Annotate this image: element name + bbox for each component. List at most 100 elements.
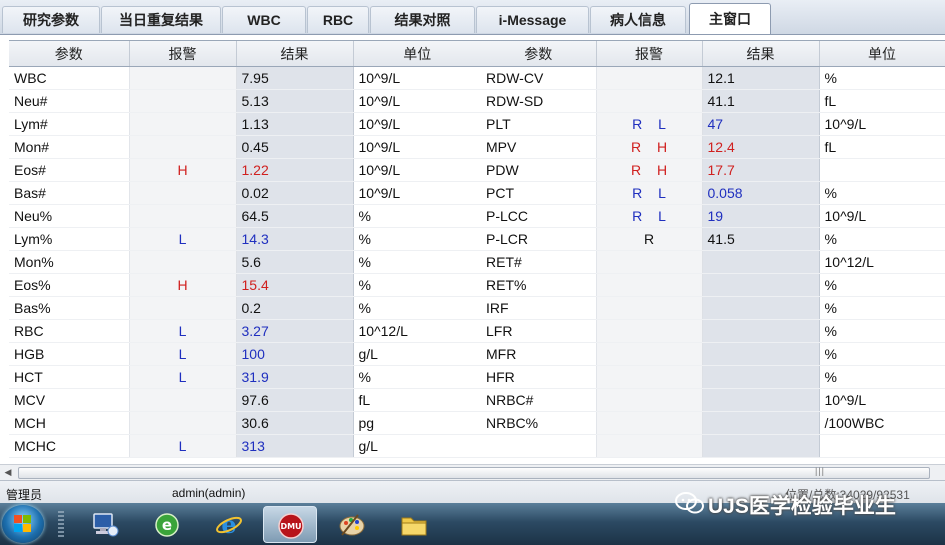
taskbar-app-paint[interactable]	[325, 506, 379, 543]
col-header-param[interactable]: 参数	[9, 41, 130, 67]
tab-rbc[interactable]: RBC	[307, 6, 369, 33]
param-name-cell: PLT	[481, 112, 597, 136]
alarm-flag-cell	[129, 181, 237, 205]
tab-same-day-repeat[interactable]: 当日重复结果	[101, 6, 221, 33]
scrollbar-thumb[interactable]	[18, 467, 930, 479]
table-row[interactable]: RDW-CV 12.1%	[481, 66, 945, 90]
alarm-flag-cell: L	[129, 434, 237, 458]
param-name-cell: RBC	[9, 319, 130, 343]
table-row[interactable]: Eos# H 1.22 10^9/L	[9, 158, 483, 182]
taskbar-app-network[interactable]	[78, 506, 132, 543]
table-row[interactable]: PDW R H 17.7	[481, 158, 945, 182]
horizontal-scrollbar[interactable]: ◀ |||	[0, 464, 945, 480]
taskbar-app-browser-green[interactable]: e	[140, 506, 194, 543]
scroll-left-arrow-icon[interactable]: ◀	[3, 467, 13, 478]
param-name-cell: NRBC#	[481, 388, 597, 412]
table-row[interactable]: MPV R H 12.4 fL	[481, 135, 945, 159]
table-row[interactable]: MCH 30.6 pg	[9, 411, 483, 435]
table-row[interactable]: RET# 10^12/L	[481, 250, 945, 274]
alarm-flag-cell: L	[129, 319, 237, 343]
result-value-cell: 1.13	[236, 112, 354, 136]
windows-start-button[interactable]	[2, 505, 44, 543]
tab-main-window[interactable]: 主窗口	[689, 3, 771, 34]
result-value-cell: 0.058	[702, 181, 820, 205]
param-name-cell: PCT	[481, 181, 597, 205]
col-header-alarm[interactable]: 报警	[129, 41, 237, 67]
svg-text:e: e	[221, 511, 236, 538]
table-row[interactable]: Lym% L 14.3%	[9, 227, 483, 251]
alarm-flag-cell	[596, 411, 703, 435]
alarm-flag-cell	[596, 273, 703, 297]
table-row[interactable]: P-LCR R 41.5%	[481, 227, 945, 251]
result-value-cell: 100	[236, 342, 354, 366]
taskbar-app-dmu[interactable]: DMU	[263, 506, 317, 543]
col-header-result[interactable]: 结果	[702, 41, 820, 67]
result-value-cell	[702, 365, 820, 389]
unit-cell: %	[819, 365, 945, 389]
tab-result-compare[interactable]: 结果对照	[370, 6, 475, 33]
param-name-cell: P-LCR	[481, 227, 597, 251]
taskbar-app-folder[interactable]	[387, 506, 441, 543]
table-row[interactable]: RBC L 3.27 10^12/L	[9, 319, 483, 343]
table-row[interactable]: IRF%	[481, 296, 945, 320]
table-row[interactable]: PLT R L 47 10^9/L	[481, 112, 945, 136]
col-header-unit[interactable]: 单位	[819, 41, 945, 67]
unit-cell: 10^9/L	[819, 112, 945, 136]
table-row[interactable]: NRBC% /100WBC	[481, 411, 945, 435]
table-row[interactable]: WBC 7.95 10^9/L	[9, 66, 483, 90]
tab-patient-info[interactable]: 病人信息	[590, 6, 686, 33]
col-header-param[interactable]: 参数	[481, 41, 597, 67]
tab-i-message[interactable]: i-Message	[476, 6, 589, 33]
tab-research-params[interactable]: 研究参数	[2, 6, 100, 33]
table-row[interactable]: HFR%	[481, 365, 945, 389]
alarm-flag-cell	[596, 296, 703, 320]
param-name-cell: RDW-SD	[481, 89, 597, 113]
result-value-cell: 313	[236, 434, 354, 458]
table-row[interactable]: RDW-SD 41.1 fL	[481, 89, 945, 113]
unit-cell: %	[353, 227, 483, 251]
unit-cell: g/L	[353, 434, 483, 458]
unit-cell: %	[819, 66, 945, 90]
unit-cell: %	[353, 273, 483, 297]
result-value-cell: 64.5	[236, 204, 354, 228]
param-name-cell: MCV	[9, 388, 130, 412]
alarm-flag-cell	[596, 342, 703, 366]
result-value-cell: 0.02	[236, 181, 354, 205]
table-row[interactable]: RET%%	[481, 273, 945, 297]
table-row[interactable]: MCV 97.6 fL	[9, 388, 483, 412]
taskbar-app-ie[interactable]: e	[202, 506, 256, 543]
table-row[interactable]: Bas# 0.02 10^9/L	[9, 181, 483, 205]
alarm-flag-cell	[129, 204, 237, 228]
table-row[interactable]: Neu# 5.13 10^9/L	[9, 89, 483, 113]
table-row[interactable]: Lym# 1.13 10^9/L	[9, 112, 483, 136]
tab-wbc[interactable]: WBC	[222, 6, 306, 33]
result-value-cell: 12.4	[702, 135, 820, 159]
table-row[interactable]: Mon% 5.6%	[9, 250, 483, 274]
table-row[interactable]: Mon# 0.45 10^9/L	[9, 135, 483, 159]
unit-cell	[819, 158, 945, 182]
table-row[interactable]: MCHC L 313 g/L	[9, 434, 483, 458]
alarm-flag-cell	[129, 411, 237, 435]
col-header-result[interactable]: 结果	[236, 41, 354, 67]
table-row[interactable]: Eos% H 15.4%	[9, 273, 483, 297]
result-value-cell	[702, 273, 820, 297]
unit-cell: /100WBC	[819, 411, 945, 435]
table-row[interactable]	[481, 434, 945, 458]
table-row[interactable]: HGB L 100 g/L	[9, 342, 483, 366]
table-row[interactable]: LFR%	[481, 319, 945, 343]
table-row[interactable]: Neu% 64.5%	[9, 204, 483, 228]
table-row[interactable]: Bas% 0.2%	[9, 296, 483, 320]
unit-cell: 10^9/L	[353, 158, 483, 182]
table-row[interactable]: NRBC# 10^9/L	[481, 388, 945, 412]
col-header-alarm[interactable]: 报警	[596, 41, 703, 67]
param-name-cell: PDW	[481, 158, 597, 182]
col-header-unit[interactable]: 单位	[353, 41, 483, 67]
alarm-flag-cell: R L	[596, 204, 703, 228]
table-row[interactable]: PCT R L 0.058%	[481, 181, 945, 205]
table-row[interactable]: HCT L 31.9%	[9, 365, 483, 389]
table-row[interactable]: P-LCC R L 19 10^9/L	[481, 204, 945, 228]
alarm-flag-cell: R H	[596, 135, 703, 159]
unit-cell: 10^9/L	[353, 135, 483, 159]
unit-cell: %	[819, 273, 945, 297]
table-row[interactable]: MFR%	[481, 342, 945, 366]
